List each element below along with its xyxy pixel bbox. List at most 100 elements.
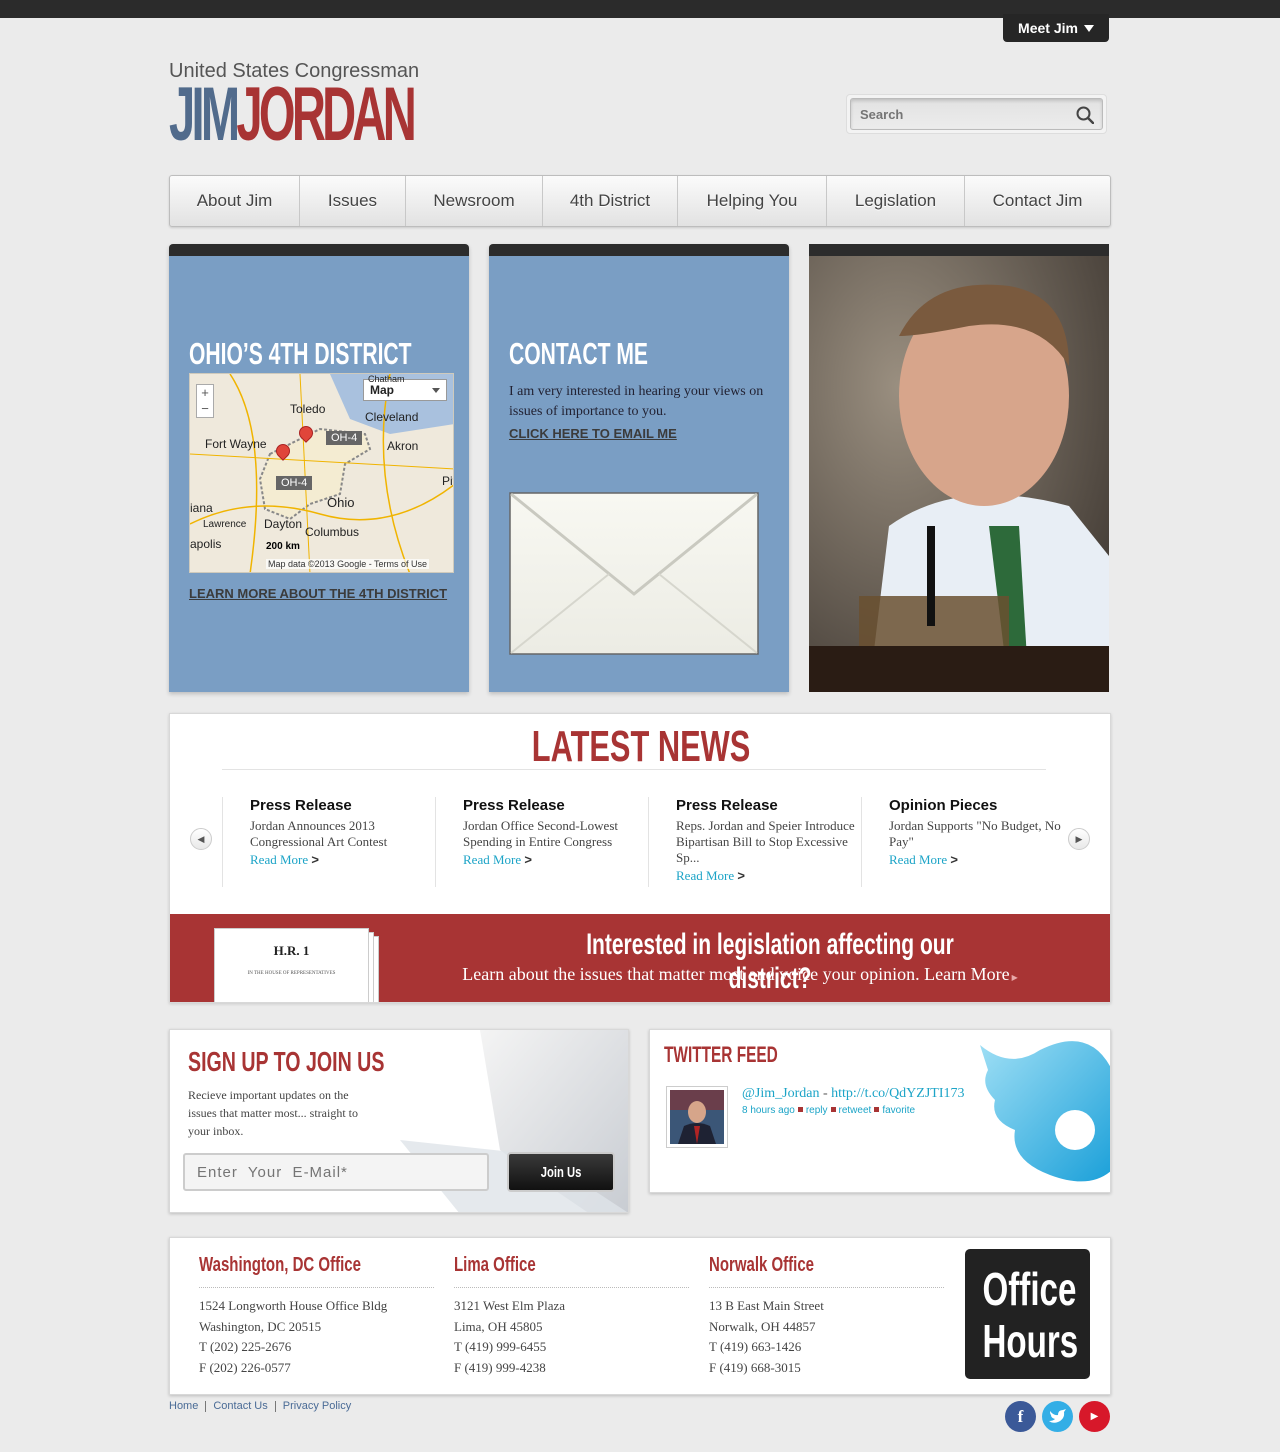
tweet-time[interactable]: 8 hours ago <box>742 1105 795 1116</box>
meet-jim-label: Meet Jim <box>1018 20 1078 36</box>
nav-legislation[interactable]: Legislation <box>827 176 965 226</box>
facebook-icon[interactable]: f <box>1005 1401 1036 1432</box>
site-logo[interactable]: United States Congressman JIMJORDAN <box>169 60 429 153</box>
favorite-link[interactable]: favorite <box>882 1105 915 1116</box>
tweet-meta: 8 hours ago reply retweet favorite <box>742 1105 915 1116</box>
office-phone: T (419) 663-1426 <box>709 1339 802 1354</box>
read-more-link[interactable]: Read More > <box>463 852 532 868</box>
chevron-right-icon: > <box>950 852 958 867</box>
news-item: Opinion Pieces Jordan Supports "No Budge… <box>861 797 1074 887</box>
nav-4th-district[interactable]: 4th District <box>543 176 678 226</box>
join-button-label: Join Us <box>540 1163 582 1181</box>
office-address: 1524 Longworth House Office Bldg <box>199 1298 388 1313</box>
tweet-handle-link[interactable]: @Jim_Jordan <box>742 1086 819 1101</box>
legislation-subtext[interactable]: Learn about the issues that matter most … <box>400 964 1080 985</box>
office-address: 3121 West Elm Plaza <box>454 1298 566 1313</box>
read-more-link[interactable]: Read More > <box>889 852 958 868</box>
news-item: Press Release Jordan Announces 2013 Cong… <box>222 797 435 887</box>
arrow-left-icon: ◀ <box>197 833 205 844</box>
map-city: Lawrence <box>203 519 247 530</box>
office-hours-line: Office <box>982 1263 1077 1315</box>
map-district-tag: OH-4 <box>326 431 363 445</box>
arrow-right-icon: ▶ <box>1011 973 1018 982</box>
bill-document-icon: H.R. 1 IN THE HOUSE OF REPRESENTATIVES <box>214 928 369 1002</box>
office-title: Washington, DC Office <box>199 1254 434 1288</box>
news-category: Press Release <box>463 797 565 814</box>
reply-link[interactable]: reply <box>806 1105 828 1116</box>
office-card: Washington, DC Office 1524 Longworth Hou… <box>199 1254 434 1378</box>
nav-contact-jim[interactable]: Contact Jim <box>965 176 1110 226</box>
news-category: Opinion Pieces <box>889 797 998 814</box>
district-map[interactable]: + − Map Toledo Cleveland Fort Wayne Akron… <box>189 373 454 573</box>
meet-jim-button[interactable]: Meet Jim <box>1003 14 1109 42</box>
search-box <box>846 94 1107 134</box>
legislation-banner[interactable]: H.R. 1 IN THE HOUSE OF REPRESENTATIVES I… <box>170 914 1110 1002</box>
envelope-icon[interactable] <box>509 492 759 655</box>
contact-text: I am very interested in hearing your vie… <box>509 384 764 419</box>
retweet-link[interactable]: retweet <box>839 1105 872 1116</box>
news-prev-button[interactable]: ◀ <box>190 828 212 850</box>
email-field[interactable] <box>183 1153 489 1191</box>
email-me-link[interactable]: CLICK HERE TO EMAIL ME <box>509 426 677 441</box>
tweet-text: @Jim_Jordan - http://t.co/QdYZJTI173 <box>742 1086 965 1102</box>
footer-link-home[interactable]: Home <box>169 1400 198 1412</box>
map-credit[interactable]: Map data ©2013 Google - Terms of Use <box>266 559 430 569</box>
news-headline[interactable]: Jordan Office Second-Lowest Spending in … <box>463 818 648 850</box>
map-type-label: Map <box>370 383 394 397</box>
office-title-text: Norwalk Office <box>709 1254 815 1276</box>
nav-issues[interactable]: Issues <box>300 176 406 226</box>
avatar[interactable] <box>666 1086 728 1148</box>
nav-about-jim[interactable]: About Jim <box>170 176 300 226</box>
signup-text: Recieve important updates on the issues … <box>188 1088 358 1138</box>
office-city: Washington, DC 20515 <box>199 1318 322 1334</box>
map-scale: 200 km <box>266 541 300 552</box>
map-city: Akron <box>387 439 419 453</box>
nav-newsroom[interactable]: Newsroom <box>406 176 543 226</box>
office-city: Lima, OH 45805 <box>454 1318 543 1334</box>
twitter-icon[interactable] <box>1042 1401 1073 1432</box>
youtube-icon[interactable]: ▶ <box>1079 1401 1110 1432</box>
contact-panel: CONTACT ME I am very interested in heari… <box>489 244 789 692</box>
youtube-glyph: ▶ <box>1090 1411 1099 1422</box>
footer-link-contact[interactable]: Contact Us <box>213 1400 267 1412</box>
read-more-label: Read More <box>889 852 948 867</box>
read-more-link[interactable]: Read More > <box>250 852 319 868</box>
office-title: Lima Office <box>454 1254 689 1288</box>
signup-panel: SIGN UP TO JOIN US Recieve important upd… <box>169 1029 629 1213</box>
map-city: iana <box>190 501 213 515</box>
chevron-right-icon: > <box>311 852 319 867</box>
news-title-text: LATEST NEWS <box>531 722 751 771</box>
news-headline[interactable]: Jordan Announces 2013 Congressional Art … <box>250 818 435 850</box>
map-city: apolis <box>190 537 222 551</box>
news-headline[interactable]: Jordan Supports "No Budget, No Pay" <box>889 818 1074 850</box>
avatar-image <box>670 1090 724 1144</box>
office-phone: T (419) 999-6455 <box>454 1339 547 1354</box>
legislation-heading: Interested in legislation affecting our … <box>460 928 1080 996</box>
tweet-url-link[interactable]: http://t.co/QdYZJTI173 <box>831 1086 964 1101</box>
congressman-photo <box>809 244 1109 692</box>
office-hours-button[interactable]: Office Hours <box>965 1249 1090 1379</box>
map-city: Cleveland <box>365 410 419 424</box>
search-input[interactable] <box>850 98 1103 130</box>
chevron-right-icon: > <box>737 868 745 883</box>
search-icon[interactable] <box>1076 106 1094 124</box>
map-city: Pit <box>442 474 453 488</box>
news-item: Press Release Reps. Jordan and Speier In… <box>648 797 861 887</box>
join-button[interactable]: Join Us <box>507 1152 615 1192</box>
main-nav: About Jim Issues Newsroom 4th District H… <box>169 175 1111 227</box>
map-zoom-control[interactable]: + − <box>196 384 214 418</box>
bill-line: IN THE HOUSE OF REPRESENTATIVES <box>247 971 336 976</box>
news-headline[interactable]: Reps. Jordan and Speier Introduce Bipart… <box>676 818 861 866</box>
read-more-link[interactable]: Read More > <box>676 868 745 884</box>
logo-first-name: JIM <box>169 72 240 157</box>
legislation-subtext-text: Learn about the issues that matter most … <box>462 964 1010 984</box>
caret-down-icon <box>1083 24 1094 32</box>
nav-helping-you[interactable]: Helping You <box>678 176 827 226</box>
arrow-right-icon: ▶ <box>1075 833 1083 844</box>
footer-link-privacy[interactable]: Privacy Policy <box>283 1400 351 1412</box>
learn-district-link[interactable]: LEARN MORE ABOUT THE 4TH DISTRICT <box>189 586 447 601</box>
office-fax: F (419) 999-4238 <box>454 1359 546 1375</box>
news-item: Press Release Jordan Office Second-Lowes… <box>435 797 648 887</box>
read-more-label: Read More <box>250 852 309 867</box>
map-city: Ohio <box>327 495 355 510</box>
